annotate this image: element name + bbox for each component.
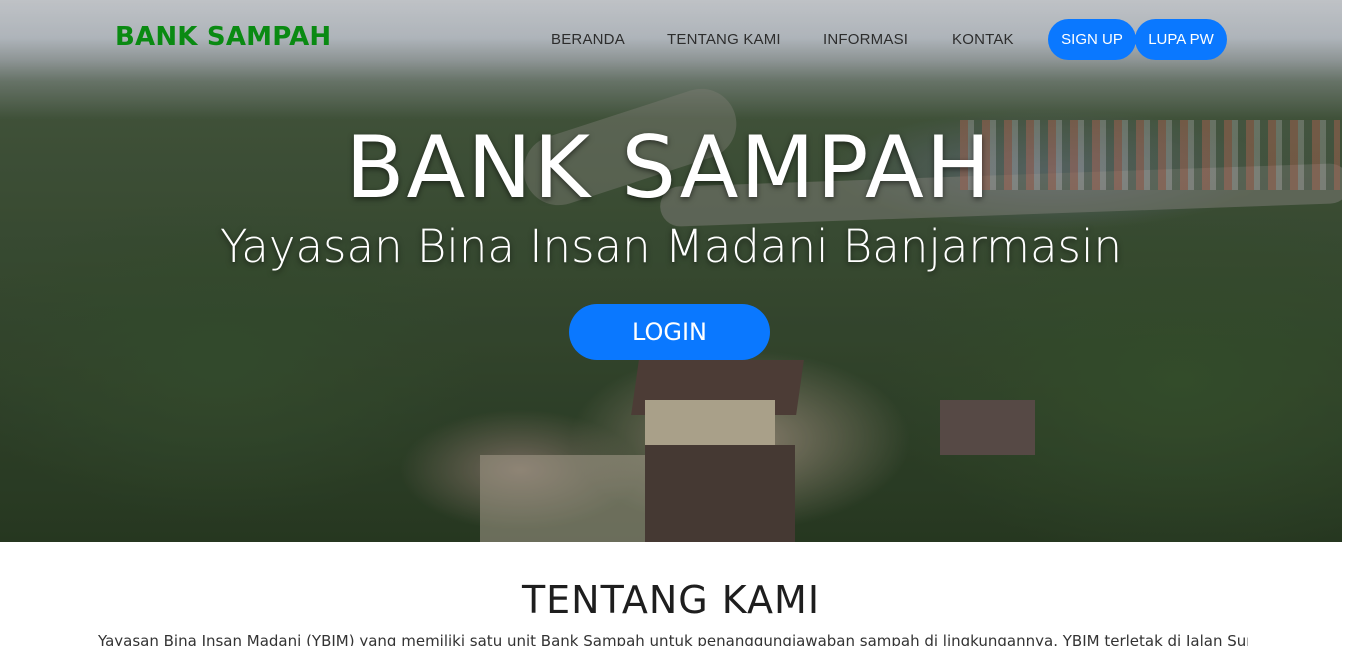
forgot-password-button[interactable]: LUPA PW <box>1135 19 1227 60</box>
hero-section: BANK SAMPAH BERANDA TENTANG KAMI INFORMA… <box>0 0 1342 542</box>
page-scrollbar[interactable] <box>1342 0 1348 646</box>
nav-link-kontak[interactable]: KONTAK <box>952 31 1014 48</box>
login-button[interactable]: LOGIN <box>569 304 770 360</box>
nav-link-informasi[interactable]: INFORMASI <box>823 31 908 48</box>
hero-title-text: BANK SAMPAH <box>345 118 993 218</box>
about-section-title: TENTANG KAMI <box>521 578 821 622</box>
nav-link-tentang-kami[interactable]: TENTANG KAMI <box>667 31 781 48</box>
hero-subtitle: Yayasan Bina Insan Madani Banjarmasin <box>219 220 1123 273</box>
top-navbar: BANK SAMPAH BERANDA TENTANG KAMI INFORMA… <box>0 0 1342 80</box>
about-section-text: Yayasan Bina Insan Madani (YBIM) yang me… <box>98 632 1248 646</box>
hero-title: BANK SAMPAH <box>0 118 1342 218</box>
brand-logo[interactable]: BANK SAMPAH <box>115 22 331 52</box>
nav-link-beranda[interactable]: BERANDA <box>551 31 625 48</box>
signup-button[interactable]: SIGN UP <box>1048 19 1136 60</box>
